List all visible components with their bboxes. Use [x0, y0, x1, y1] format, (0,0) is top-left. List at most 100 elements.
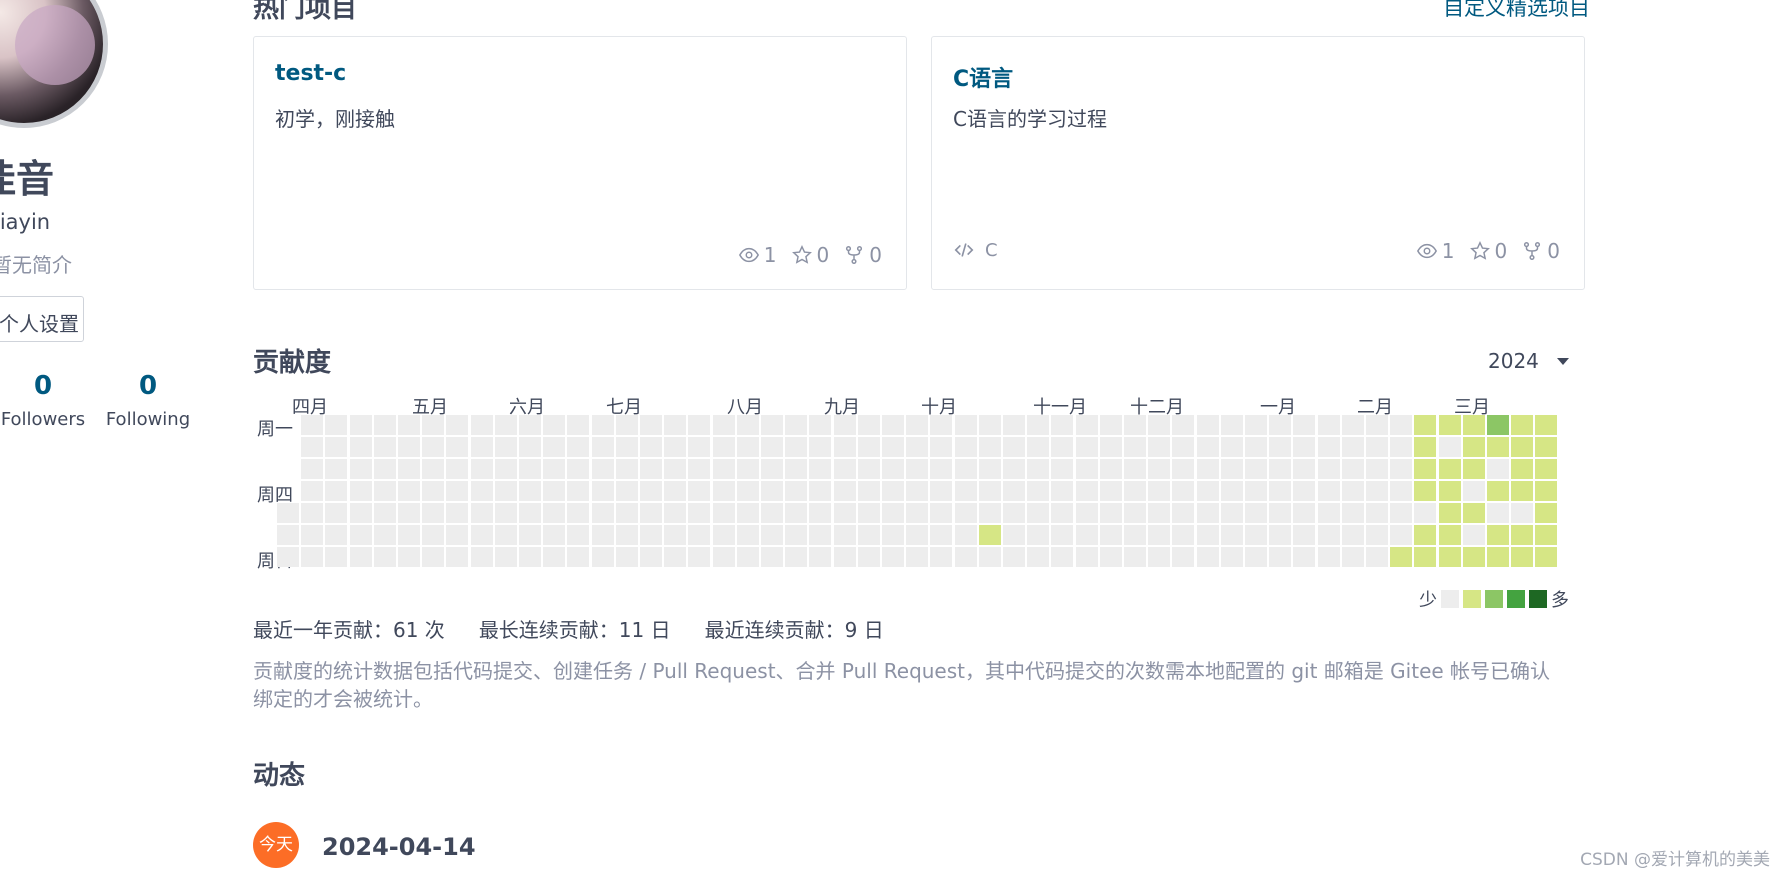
heatmap-cell[interactable] — [882, 503, 904, 523]
heatmap-cell[interactable] — [1317, 547, 1340, 567]
heatmap-cell[interactable] — [1293, 525, 1316, 545]
heatmap-cell[interactable] — [1027, 547, 1050, 567]
heatmap-cell[interactable] — [640, 481, 662, 501]
heatmap-cell[interactable] — [1051, 547, 1074, 567]
heatmap-cell[interactable] — [640, 547, 662, 567]
heatmap-cell[interactable] — [349, 547, 372, 567]
heatmap-cell[interactable] — [809, 547, 832, 567]
heatmap-cell[interactable] — [1390, 547, 1413, 567]
heatmap-cell[interactable] — [422, 525, 445, 545]
heatmap-cell[interactable] — [1414, 503, 1437, 523]
heatmap-cell[interactable] — [1148, 547, 1171, 567]
heatmap-cell[interactable] — [1366, 415, 1388, 435]
heatmap-cell[interactable] — [1438, 547, 1461, 567]
heatmap-cell[interactable] — [1390, 525, 1413, 545]
heatmap-cell[interactable] — [1414, 525, 1437, 545]
heatmap-cell[interactable] — [1051, 415, 1074, 435]
heatmap-cell[interactable] — [615, 503, 638, 523]
heatmap-cell[interactable] — [761, 503, 783, 523]
heatmap-cell[interactable] — [1414, 481, 1437, 501]
settings-button[interactable]: 个人设置 — [0, 296, 84, 342]
heatmap-cell[interactable] — [809, 525, 832, 545]
heatmap-cell[interactable] — [1414, 459, 1437, 479]
heatmap-cell[interactable] — [591, 459, 614, 479]
heatmap-cell[interactable] — [954, 459, 977, 479]
heatmap-cell[interactable] — [761, 481, 783, 501]
heatmap-cell[interactable] — [1075, 415, 1098, 435]
heatmap-cell[interactable] — [1293, 437, 1316, 457]
heatmap-cell[interactable] — [1317, 459, 1340, 479]
heatmap-cell[interactable] — [712, 525, 735, 545]
heatmap-cell[interactable] — [1438, 459, 1461, 479]
heatmap-cell[interactable] — [688, 547, 711, 567]
heatmap-cell[interactable] — [1511, 503, 1534, 523]
heatmap-cell[interactable] — [1196, 547, 1219, 567]
heatmap-cell[interactable] — [1051, 525, 1074, 545]
heatmap-cell[interactable] — [1341, 525, 1364, 545]
heatmap-cell[interactable] — [978, 547, 1001, 567]
heatmap-cell[interactable] — [373, 503, 396, 523]
heatmap-cell[interactable] — [1003, 459, 1025, 479]
heatmap-cell[interactable] — [591, 525, 614, 545]
heatmap-cell[interactable] — [785, 415, 808, 435]
heatmap-cell[interactable] — [1148, 503, 1171, 523]
heatmap-cell[interactable] — [809, 437, 832, 457]
heatmap-cell[interactable] — [1487, 525, 1509, 545]
heatmap-cell[interactable] — [1366, 525, 1388, 545]
heatmap-cell[interactable] — [1172, 437, 1195, 457]
heatmap-cell[interactable] — [591, 437, 614, 457]
heatmap-cell[interactable] — [1341, 547, 1364, 567]
heatmap-cell[interactable] — [664, 481, 687, 501]
heatmap-cell[interactable] — [1220, 459, 1243, 479]
heatmap-cell[interactable] — [301, 437, 324, 457]
heatmap-cell[interactable] — [833, 547, 856, 567]
heatmap-cell[interactable] — [519, 415, 541, 435]
heatmap-cell[interactable] — [470, 437, 493, 457]
heatmap-cell[interactable] — [470, 459, 493, 479]
heatmap-cell[interactable] — [277, 503, 299, 523]
heatmap-cell[interactable] — [688, 437, 711, 457]
heatmap-cell[interactable] — [349, 437, 372, 457]
heatmap-cell[interactable] — [1148, 525, 1171, 545]
heatmap-cell[interactable] — [494, 437, 517, 457]
heatmap-cell[interactable] — [591, 481, 614, 501]
heatmap-cell[interactable] — [1245, 547, 1267, 567]
heatmap-cell[interactable] — [567, 415, 590, 435]
heatmap-cell[interactable] — [1075, 481, 1098, 501]
heatmap-cell[interactable] — [519, 525, 541, 545]
heatmap-cell[interactable] — [712, 437, 735, 457]
heatmap-cell[interactable] — [1245, 525, 1267, 545]
heatmap-cell[interactable] — [833, 437, 856, 457]
heatmap-cell[interactable] — [1269, 437, 1292, 457]
heatmap-cell[interactable] — [1027, 437, 1050, 457]
heatmap-cell[interactable] — [1148, 459, 1171, 479]
heatmap-cell[interactable] — [1220, 437, 1243, 457]
heatmap-cell[interactable] — [1075, 547, 1098, 567]
heatmap-cell[interactable] — [1390, 503, 1413, 523]
heatmap-cell[interactable] — [954, 481, 977, 501]
heatmap-cell[interactable] — [494, 547, 517, 567]
heatmap-cell[interactable] — [1099, 437, 1122, 457]
heatmap-cell[interactable] — [1075, 437, 1098, 457]
repo-name-link[interactable]: C语言 — [953, 61, 1013, 93]
heatmap-cell[interactable] — [325, 481, 348, 501]
heatmap-cell[interactable] — [954, 437, 977, 457]
heatmap-cell[interactable] — [930, 547, 953, 567]
heatmap-cell[interactable] — [1317, 525, 1340, 545]
heatmap-cell[interactable] — [373, 525, 396, 545]
heatmap-cell[interactable] — [761, 459, 783, 479]
heatmap-cell[interactable] — [978, 481, 1001, 501]
heatmap-cell[interactable] — [615, 547, 638, 567]
heatmap-cell[interactable] — [1535, 437, 1558, 457]
heatmap-cell[interactable] — [1269, 415, 1292, 435]
heatmap-cell[interactable] — [615, 437, 638, 457]
heatmap-cell[interactable] — [543, 415, 566, 435]
heatmap-cell[interactable] — [1220, 481, 1243, 501]
heatmap-cell[interactable] — [519, 459, 541, 479]
heatmap-cell[interactable] — [277, 547, 299, 567]
heatmap-cell[interactable] — [906, 547, 929, 567]
heatmap-cell[interactable] — [954, 503, 977, 523]
heatmap-cell[interactable] — [470, 525, 493, 545]
heatmap-cell[interactable] — [1293, 503, 1316, 523]
heatmap-cell[interactable] — [785, 481, 808, 501]
